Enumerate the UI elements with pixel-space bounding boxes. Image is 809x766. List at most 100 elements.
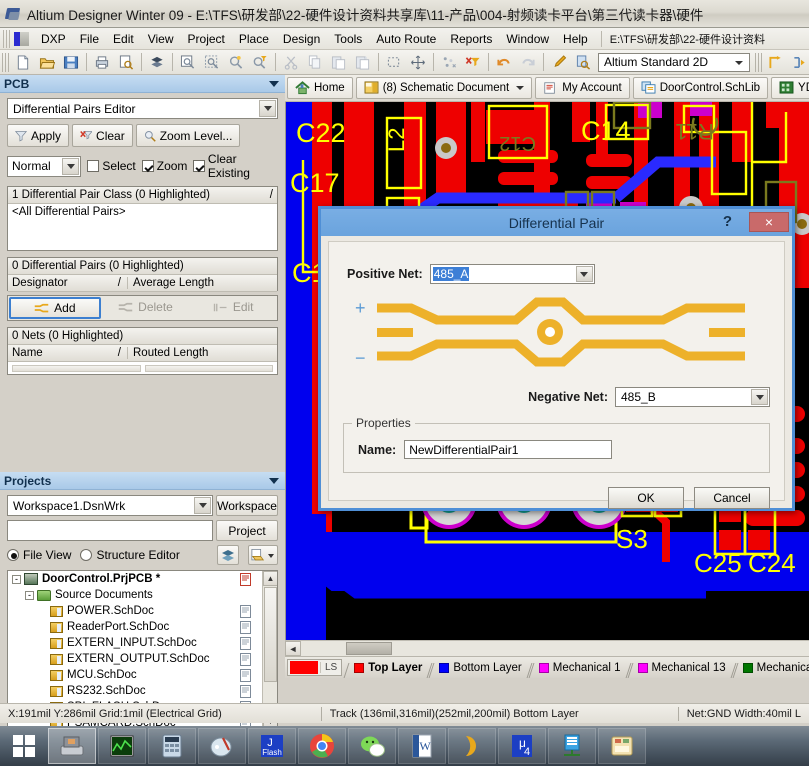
notes-icon[interactable] [598,728,646,764]
chevron-down-icon[interactable] [575,266,593,282]
column-average-length[interactable]: Average Length [128,277,214,289]
serial-tool-icon[interactable] [548,728,596,764]
menu-item-place[interactable]: Place [232,30,276,48]
print-icon[interactable] [91,52,113,73]
select-checkbox[interactable]: Select [87,159,136,173]
open-folder-icon[interactable] [36,52,58,73]
move-icon[interactable] [407,52,429,73]
palette-icon[interactable] [198,728,246,764]
diff-pairs-list[interactable]: 0 Differential Pairs (0 Highlighted) Des… [7,257,278,292]
chevron-down-icon[interactable] [194,497,211,514]
place-track-icon[interactable] [765,52,787,73]
menu-item-file[interactable]: File [73,30,106,48]
print-preview-icon[interactable] [115,52,137,73]
help-icon[interactable]: ? [723,213,732,230]
tree-expander[interactable]: - [25,590,34,600]
word-icon[interactable]: W [398,728,446,764]
menu-item-view[interactable]: View [141,30,181,48]
clear-selection-icon[interactable] [438,52,460,73]
nets-list[interactable]: 0 Nets (0 Highlighted) Name / Routed Leng… [7,327,278,375]
column-designator[interactable]: Designator [12,277,68,289]
place-component-icon[interactable] [789,52,809,73]
project-menu-button[interactable] [248,545,278,565]
tree-row[interactable]: EXTERN_OUTPUT.SchDoc [8,651,277,667]
project-options-button[interactable] [217,545,239,565]
apply-button[interactable]: Apply [7,124,70,147]
layer-tab-top-layer[interactable]: Top Layer [345,661,430,675]
select-area-icon[interactable] [383,52,405,73]
highlight-icon[interactable] [548,52,570,73]
file-view-radio[interactable]: File View [7,548,71,562]
nets-hscroll-right[interactable] [144,365,273,372]
chevron-down-icon[interactable] [751,389,768,405]
layer-tab-bottom-layer[interactable]: Bottom Layer [430,661,529,675]
project-button[interactable]: Project [216,520,278,541]
view-config-select[interactable]: Altium Standard 2D [598,52,750,72]
pcb-mode-select[interactable]: Differential Pairs Editor [7,98,278,119]
tree-row[interactable]: RS232.SchDoc [8,683,277,699]
menu-item-design[interactable]: Design [276,30,327,48]
pair-name-input[interactable]: NewDifferentialPair1 [404,440,613,459]
toolbar-grip[interactable] [2,52,9,72]
altium-icon[interactable] [448,728,496,764]
tree-row[interactable]: POWER.SchDoc [8,603,277,619]
doc-icon[interactable] [240,637,251,650]
tree-expander[interactable]: - [12,574,21,584]
chevron-down-icon[interactable] [259,100,276,117]
canvas-hscrollbar[interactable]: ◄ [285,640,809,656]
tab-schematic-document[interactable]: (8) Schematic Document [355,77,533,99]
tree-row[interactable]: ReaderPort.SchDoc [8,619,277,635]
ok-button[interactable]: OK [608,487,684,509]
zoom-checkbox[interactable]: Zoom [141,159,187,173]
scroll-thumb[interactable] [264,587,277,682]
doc-icon[interactable] [240,653,251,666]
chrome-icon[interactable] [298,728,346,764]
chevron-down-icon[interactable] [269,80,279,87]
zoom-level-button[interactable]: Zoom Level... [135,124,241,147]
doc-icon[interactable] [240,669,251,682]
copy-icon[interactable] [304,52,326,73]
browse-icon[interactable] [572,52,594,73]
tab-yd-kp-cpu[interactable]: YD-KP-CPU [771,77,809,99]
menu-item-project[interactable]: Project [181,30,232,48]
save-icon[interactable] [60,52,82,73]
menu-item-tools[interactable]: Tools [327,30,369,48]
close-icon[interactable]: × [749,212,789,232]
column-routed-length[interactable]: Routed Length [128,347,208,359]
doc-icon[interactable] [240,685,251,698]
paste-icon[interactable] [328,52,350,73]
jflash-icon[interactable]: J Flash [248,728,296,764]
layer-tab-mechanical-1[interactable]: Mechanical 1 [530,661,629,675]
tab-my-account[interactable]: My Account [535,77,630,99]
hscroll-thumb[interactable] [346,642,392,655]
menu-item-reports[interactable]: Reports [443,30,499,48]
board-layers-icon[interactable] [146,52,168,73]
tree-row[interactable]: - Source Documents [8,587,277,603]
scanner-icon[interactable] [48,728,96,764]
menu-item-auto-route[interactable]: Auto Route [369,30,443,48]
menu-item-window[interactable]: Window [499,30,556,48]
menu-item-help[interactable]: Help [556,30,595,48]
chevron-down-icon[interactable] [269,477,279,484]
undo-icon[interactable] [493,52,515,73]
structure-editor-radio[interactable]: Structure Editor [80,548,180,562]
tab-home[interactable]: Home [287,77,353,99]
chevron-down-icon[interactable] [62,157,80,175]
menu-item-dxp[interactable]: DXP [34,30,73,48]
uv4-icon[interactable]: μ4 [498,728,546,764]
clear-filter-icon[interactable] [462,52,484,73]
tree-row[interactable]: MCU.SchDoc [8,667,277,683]
zoom-fit-icon[interactable] [177,52,199,73]
zoom-area-icon[interactable] [201,52,223,73]
tree-row[interactable]: EXTERN_INPUT.SchDoc [8,635,277,651]
cut-icon[interactable] [280,52,302,73]
diff-pair-class-list[interactable]: 1 Differential Pair Class (0 Highlighted… [7,186,278,251]
wechat-icon[interactable] [348,728,396,764]
zoom-filter-icon[interactable] [249,52,271,73]
clear-existing-checkbox[interactable]: Clear Existing [193,152,278,180]
dxp-logo-icon[interactable] [14,31,30,47]
new-document-icon[interactable] [12,52,34,73]
project-select[interactable] [7,520,213,541]
cancel-button[interactable]: Cancel [694,487,770,509]
diff-pair-class-item[interactable]: <All Differential Pairs> [8,204,277,220]
